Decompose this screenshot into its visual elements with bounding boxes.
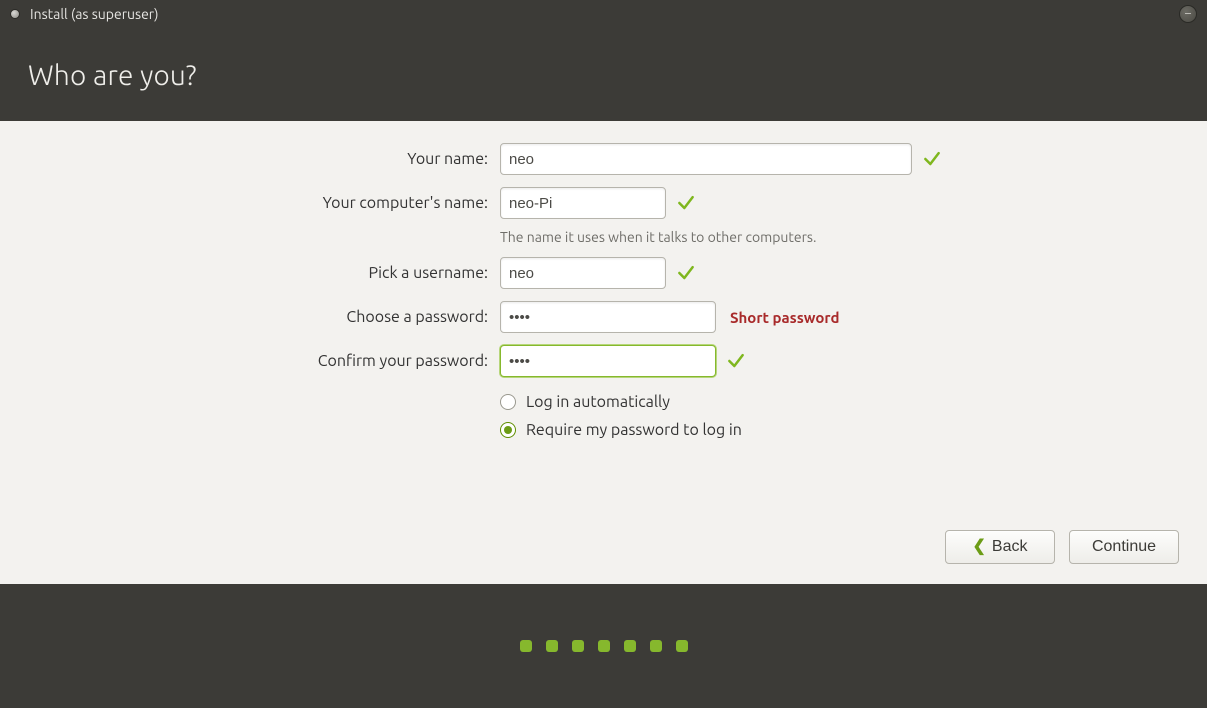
window-title: Install (as superuser) [30,6,159,22]
password-input[interactable] [500,301,716,333]
page-title: Who are you? [28,60,1179,91]
radio-icon [500,422,516,438]
chevron-left-icon: ❮ [973,539,986,555]
app-icon [10,9,20,19]
login-require-label: Require my password to log in [526,421,742,439]
progress-dot [598,640,610,652]
minimize-button[interactable]: – [1179,5,1197,23]
form-area: Your name: Your computer's name: [0,121,1207,520]
continue-button[interactable]: Continue [1069,530,1179,564]
computer-name-input[interactable] [500,187,666,219]
confirm-password-label: Confirm your password: [28,352,500,370]
heading-band: Who are you? [0,28,1207,121]
content-area: Your name: Your computer's name: [0,121,1207,584]
progress-dot [520,640,532,652]
name-label: Your name: [28,150,500,168]
checkmark-icon [676,263,696,283]
checkmark-icon [922,149,942,169]
progress-dot [650,640,662,652]
confirm-password-input[interactable] [500,345,716,377]
username-label: Pick a username: [28,264,500,282]
progress-dot [676,640,688,652]
footer-band [0,584,1207,708]
name-input[interactable] [500,143,912,175]
back-button[interactable]: ❮ Back [945,530,1055,564]
continue-button-label: Continue [1092,538,1156,556]
computer-name-hint: The name it uses when it talks to other … [500,229,816,245]
progress-dot [572,640,584,652]
progress-dot [624,640,636,652]
back-button-label: Back [992,538,1028,556]
titlebar: Install (as superuser) – [0,0,1207,28]
login-auto-label: Log in automatically [526,393,670,411]
checkmark-icon [676,193,696,213]
password-label: Choose a password: [28,308,500,326]
progress-dots [520,640,688,652]
progress-dot [546,640,558,652]
login-option-group: Log in automatically Require my password… [500,393,742,439]
username-input[interactable] [500,257,666,289]
login-require-radio[interactable]: Require my password to log in [500,421,742,439]
button-row: ❮ Back Continue [0,520,1207,584]
computer-name-label: Your computer's name: [28,194,500,212]
radio-icon [500,394,516,410]
login-auto-radio[interactable]: Log in automatically [500,393,742,411]
checkmark-icon [726,351,746,371]
password-warning: Short password [730,309,839,326]
